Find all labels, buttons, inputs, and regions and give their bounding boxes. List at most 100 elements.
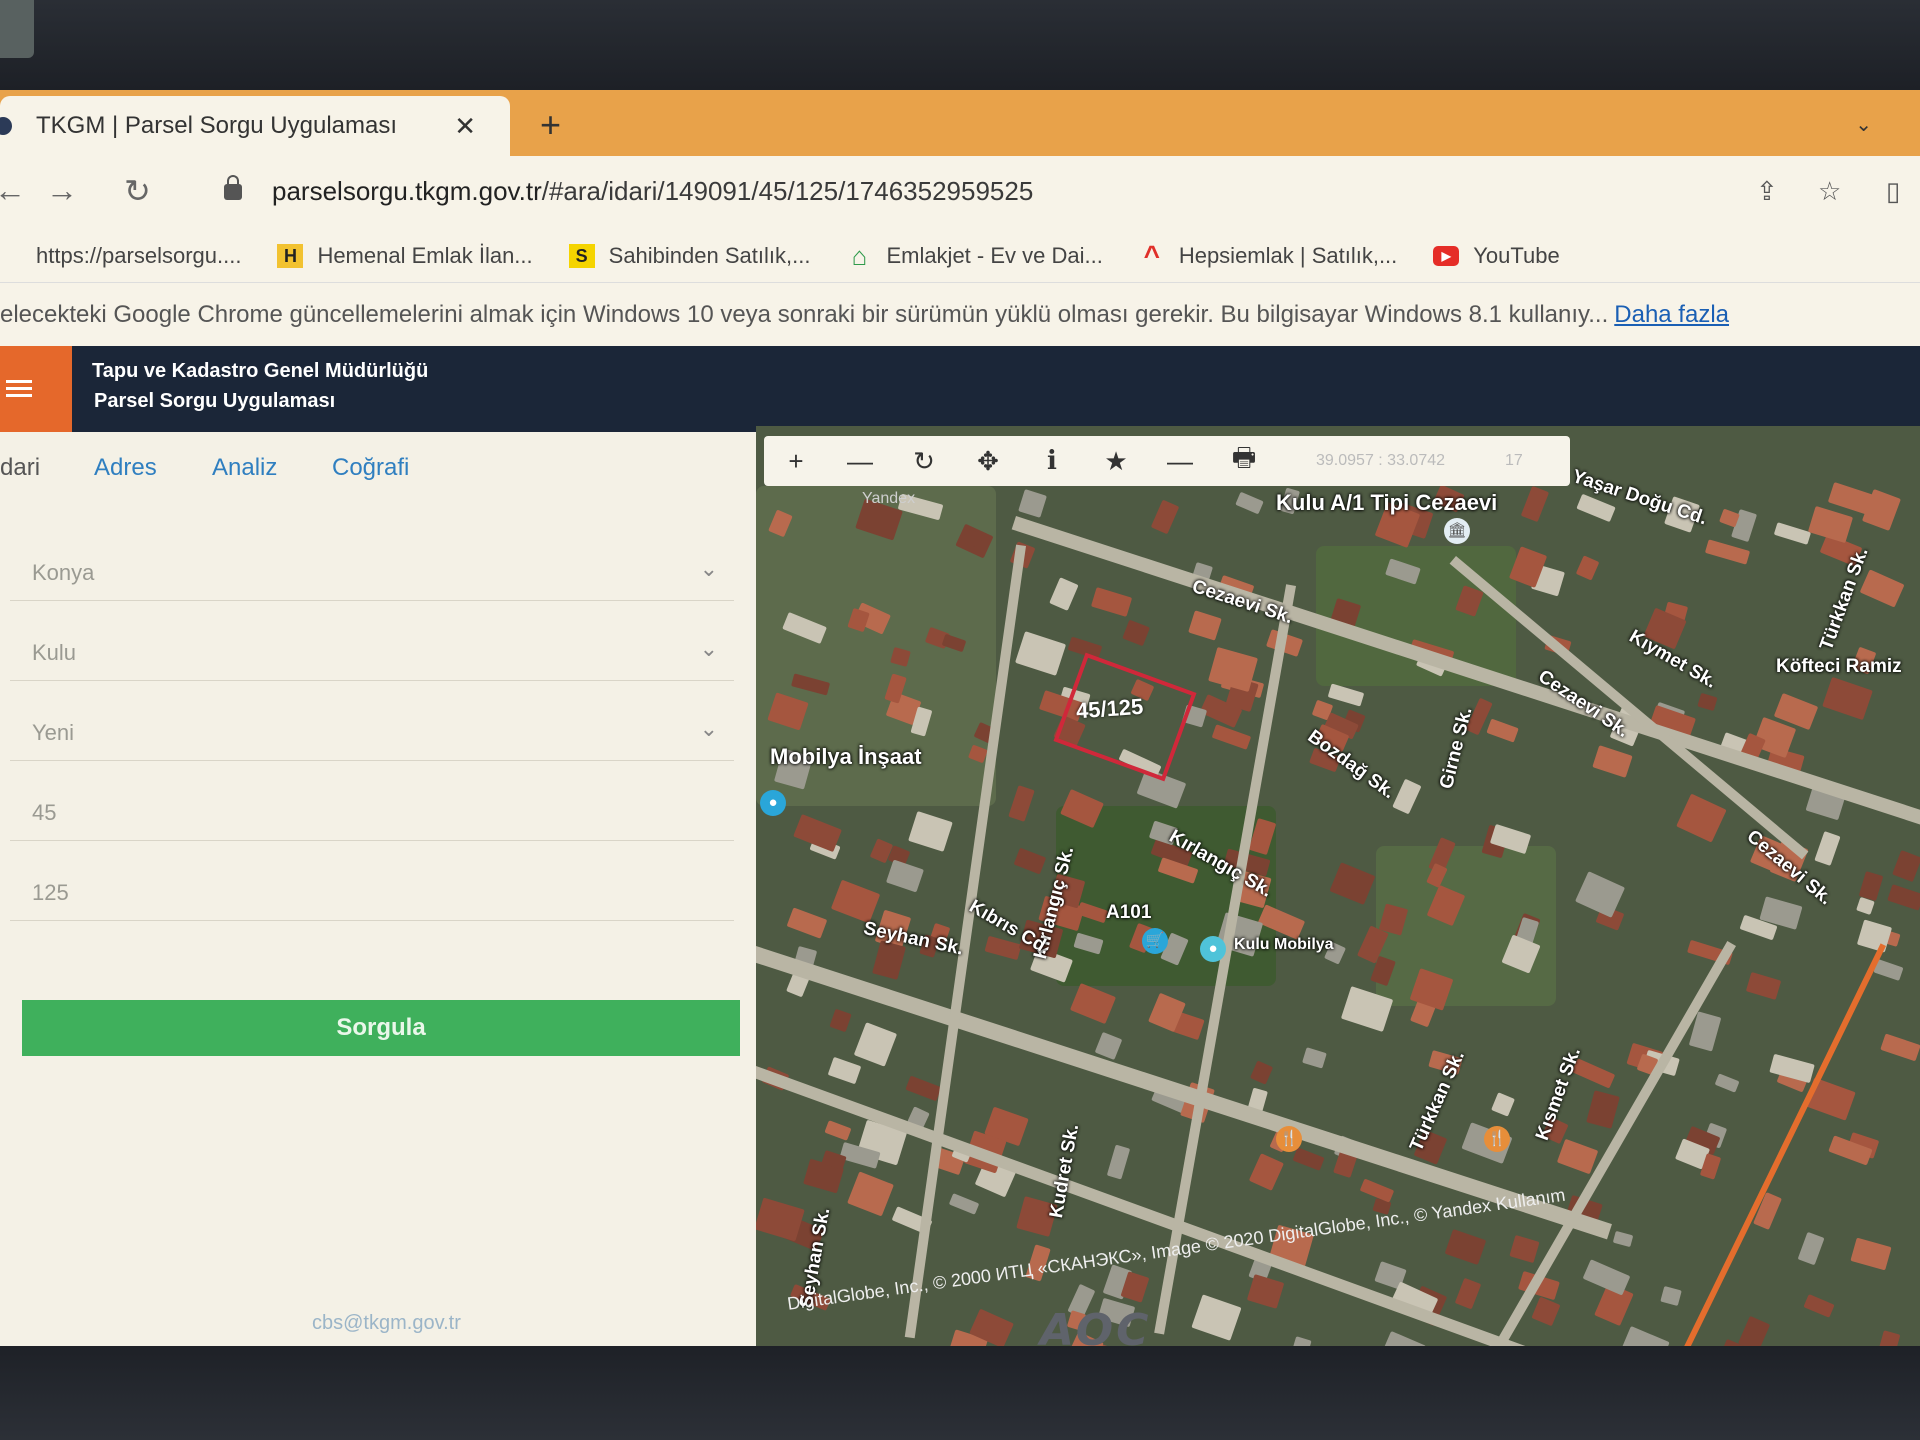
pan-icon[interactable]: ✥ bbox=[956, 446, 1020, 477]
refresh-icon[interactable]: ↻ bbox=[892, 446, 956, 477]
roof-icon: ^ bbox=[1143, 240, 1160, 271]
building-poi-icon[interactable]: 🏛 bbox=[1444, 518, 1470, 544]
parsel-input[interactable]: 125 bbox=[10, 862, 734, 921]
rooftop bbox=[1090, 587, 1132, 618]
rooftop bbox=[793, 813, 843, 852]
shop-poi-icon[interactable]: ● bbox=[1200, 936, 1226, 962]
rooftop bbox=[1660, 1285, 1683, 1306]
rooftop bbox=[905, 1075, 942, 1101]
rooftop bbox=[908, 810, 954, 852]
restaurant-icon[interactable]: 🍴 bbox=[1484, 1126, 1510, 1152]
measure-icon[interactable]: — bbox=[1148, 446, 1212, 477]
rooftop bbox=[1485, 718, 1519, 743]
rooftop bbox=[1714, 1073, 1740, 1093]
rooftop bbox=[1892, 850, 1920, 883]
bookmark-item[interactable]: S Sahibinden Satılık,... bbox=[568, 243, 811, 269]
rooftop bbox=[1704, 539, 1751, 565]
forward-icon[interactable]: → bbox=[46, 172, 78, 209]
bookmark-item[interactable]: ▶ YouTube bbox=[1433, 243, 1560, 269]
rooftop bbox=[1613, 1231, 1634, 1248]
rooftop bbox=[1850, 1237, 1892, 1271]
back-icon[interactable]: ← bbox=[0, 172, 26, 209]
zoom-in-icon[interactable]: + bbox=[764, 446, 828, 477]
new-tab-button[interactable]: + bbox=[540, 104, 561, 146]
hamburger-menu-icon[interactable] bbox=[0, 346, 72, 432]
star-icon[interactable]: ★ bbox=[1084, 446, 1148, 477]
rooftop bbox=[786, 907, 828, 939]
youtube-icon: ▶ bbox=[1433, 246, 1460, 266]
restaurant-icon[interactable]: 🍴 bbox=[1276, 1126, 1302, 1152]
rooftop bbox=[1328, 683, 1365, 707]
address-toolbar: ← → ↻ parselsorgu.tkgm.gov.tr/#ara/idari… bbox=[0, 156, 1920, 230]
rooftop bbox=[949, 1193, 981, 1216]
rooftop bbox=[1291, 1147, 1324, 1172]
tab-close-icon[interactable]: ✕ bbox=[454, 111, 476, 142]
rooftop bbox=[1007, 785, 1035, 822]
bookmark-item[interactable]: ^ Hepsiemlak | Satılık,... bbox=[1139, 240, 1398, 271]
bookmark-label: Sahibinden Satılık,... bbox=[608, 243, 811, 268]
tab-adres[interactable]: Adres bbox=[94, 454, 157, 482]
bookmark-item[interactable]: https://parselsorgu.... bbox=[0, 243, 241, 269]
rooftop bbox=[1676, 793, 1727, 842]
ada-input[interactable]: 45 bbox=[10, 782, 734, 841]
infobar-more-link[interactable]: Daha fazla bbox=[1614, 301, 1729, 329]
bookmark-label: Hemenal Emlak İlan... bbox=[317, 243, 533, 268]
s-logo-icon: S bbox=[568, 244, 595, 268]
rooftop bbox=[1212, 724, 1252, 750]
rooftop bbox=[1697, 693, 1718, 711]
tab-cografi[interactable]: Coğrafi bbox=[332, 454, 409, 482]
rooftop bbox=[1392, 778, 1422, 814]
mahalle-select[interactable]: Yeni ⌄ bbox=[10, 702, 734, 761]
reload-icon[interactable]: ↻ bbox=[124, 172, 151, 210]
ada-value: 45 bbox=[32, 800, 57, 825]
globe-icon bbox=[0, 244, 22, 268]
print-icon[interactable]: 🖶 bbox=[1212, 439, 1276, 483]
info-icon[interactable]: i bbox=[1020, 446, 1084, 476]
rooftop bbox=[1586, 1090, 1620, 1129]
address-bar[interactable]: parselsorgu.tkgm.gov.tr/#ara/idari/14909… bbox=[272, 176, 1033, 207]
rooftop bbox=[1557, 1138, 1599, 1175]
rooftop bbox=[1745, 971, 1782, 1000]
contact-email[interactable]: cbs@tkgm.gov.tr bbox=[312, 1312, 461, 1335]
rooftop bbox=[829, 1008, 853, 1033]
app-header: Tapu ve Kadastro Genel Müdürlüğü Parsel … bbox=[0, 346, 1920, 432]
share-icon[interactable]: ⇪ bbox=[1756, 176, 1778, 207]
rooftop bbox=[1856, 919, 1892, 953]
tab-idari[interactable]: dari bbox=[0, 454, 40, 482]
sidepanel-icon[interactable]: ▯ bbox=[1886, 176, 1900, 207]
bookmark-star-icon[interactable]: ☆ bbox=[1818, 176, 1841, 207]
rooftop bbox=[1049, 577, 1079, 611]
bookmark-label: https://parselsorgu.... bbox=[36, 243, 242, 268]
tab-favicon-icon bbox=[0, 117, 12, 135]
label-poi: A101 bbox=[1106, 902, 1152, 923]
lock-icon[interactable] bbox=[224, 175, 242, 200]
url-path: /#ara/idari/149091/45/125/1746352959525 bbox=[541, 176, 1034, 206]
il-value: Konya bbox=[32, 560, 95, 585]
rooftop bbox=[1827, 482, 1875, 516]
label-cezaevi-prison: Kulu A/1 Tipi Cezaevi bbox=[1276, 490, 1498, 515]
rooftop bbox=[1094, 1032, 1123, 1061]
rooftop bbox=[847, 1171, 895, 1217]
browser-tab[interactable]: TKGM | Parsel Sorgu Uygulaması ✕ bbox=[0, 96, 510, 156]
tab-analiz[interactable]: Analiz bbox=[212, 454, 277, 482]
label-street: Girne Sk. bbox=[1436, 705, 1477, 792]
ilce-select[interactable]: Kulu ⌄ bbox=[10, 622, 734, 681]
bookmark-item[interactable]: H Hemenal Emlak İlan... bbox=[277, 243, 533, 269]
rooftop bbox=[1151, 499, 1180, 535]
rooftop bbox=[1592, 745, 1633, 778]
panel-tabs: dari Adres Analiz Coğrafi bbox=[0, 432, 756, 502]
il-select[interactable]: Konya ⌄ bbox=[10, 542, 734, 601]
h-logo-icon: H bbox=[277, 244, 304, 268]
label-poi: Mobilya İnşaat bbox=[770, 744, 922, 769]
rooftop bbox=[1531, 1296, 1561, 1327]
satellite-map[interactable]: 45/125 Yandex Kulu A/1 Tipi Cezaevi 🏛 Ce… bbox=[756, 426, 1920, 1350]
shop-poi-icon[interactable]: ● bbox=[760, 790, 786, 816]
tab-search-chevron-icon[interactable]: ⌄ bbox=[1855, 112, 1872, 137]
rooftop bbox=[885, 859, 924, 893]
shopping-cart-icon[interactable]: 🛒 bbox=[1142, 928, 1168, 954]
bookmarks-bar: https://parselsorgu.... H Hemenal Emlak … bbox=[0, 230, 1920, 282]
sorgula-button[interactable]: Sorgula bbox=[22, 1000, 740, 1056]
zoom-out-icon[interactable]: — bbox=[828, 446, 892, 477]
bookmark-item[interactable]: ⌂ Emlakjet - Ev ve Dai... bbox=[846, 243, 1103, 269]
yandex-watermark: Yandex bbox=[862, 490, 916, 507]
